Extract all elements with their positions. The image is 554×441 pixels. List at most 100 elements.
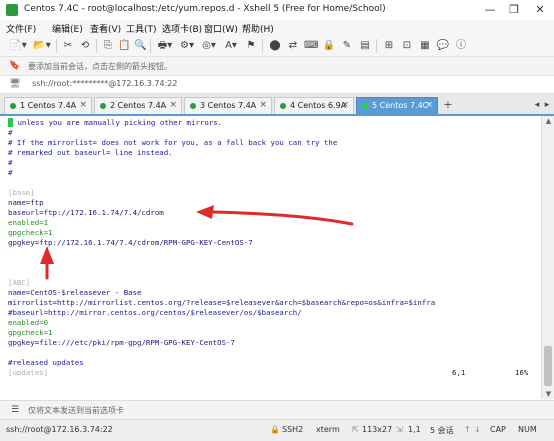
menu-view[interactable]: 查看(V) <box>90 22 121 35</box>
properties-icon[interactable]: ⚙▾ <box>178 39 196 53</box>
tab-label: 2 Centos 7.4A <box>110 101 167 110</box>
send-menu-icon[interactable]: ☰ <box>8 403 22 417</box>
xftp-icon[interactable]: ⬤ <box>268 39 282 53</box>
tab-session-1[interactable]: 1 Centos 7.4A × <box>4 97 92 114</box>
terminal-line: # <box>8 168 13 177</box>
reconnect-icon[interactable]: ⟲ <box>78 39 92 53</box>
title-bar: Centos 7.4C - root@localhost:/etc/yum.re… <box>0 0 554 21</box>
keymap-icon[interactable]: ⌨ <box>304 39 318 53</box>
terminal-line: # <box>8 158 13 167</box>
tab-session-3[interactable]: 3 Centos 7.4A × <box>184 97 272 114</box>
tab-session-5-active[interactable]: 5 Centos 7.4C × <box>356 97 438 114</box>
close-button[interactable]: ✕ <box>528 0 552 20</box>
help-icon[interactable]: ⚑ <box>244 39 258 53</box>
tab-session-2[interactable]: 2 Centos 7.4A × <box>94 97 182 114</box>
status-sessions: 5 会话 <box>430 426 454 435</box>
hint-bar: 🔖 要添加当前会话，点击左侧的箭头按钮。 <box>0 57 554 76</box>
menu-edit[interactable]: 编辑(E) <box>52 22 83 35</box>
terminal-line: [updates] <box>8 368 49 377</box>
tab-close-icon[interactable]: × <box>169 100 177 110</box>
minimize-button[interactable]: — <box>478 0 502 20</box>
menu-tools[interactable]: 工具(T) <box>126 22 157 35</box>
menu-help[interactable]: 帮助(H) <box>242 22 274 35</box>
print-icon[interactable]: 🖶▾ <box>156 39 174 53</box>
new-session-icon[interactable]: 📄▾ <box>8 39 28 53</box>
disconnect-icon[interactable]: ✂ <box>62 39 74 53</box>
globe-icon[interactable]: ◎▾ <box>200 39 218 53</box>
terminal-scrollbar[interactable]: ▲ ▼ <box>541 116 554 399</box>
status-cursor: 1,1 <box>408 425 421 434</box>
info-icon[interactable]: ⓘ <box>454 39 468 53</box>
tab-label: 5 Centos 7.4C <box>372 101 429 110</box>
tab-scroll-right-icon[interactable]: ▸ <box>542 98 552 113</box>
status-num: NUM <box>518 425 537 434</box>
status-dot-icon <box>280 103 286 109</box>
terminal-line-text: unless you are manually picking other mi… <box>13 118 223 127</box>
hint-text: 要添加当前会话，点击左侧的箭头按钮。 <box>28 62 172 71</box>
lock-icon[interactable]: 🔒 <box>322 39 336 53</box>
terminal-line: #released updates <box>8 358 84 367</box>
send-text-bar: ☰ 仅将文本发送到当前选项卡 <box>0 400 554 419</box>
tab-close-icon[interactable]: × <box>79 100 87 110</box>
compose-icon[interactable]: ▤ <box>358 39 372 53</box>
open-folder-icon[interactable]: 📂▾ <box>32 39 52 53</box>
status-terminal-type: xterm <box>316 425 340 434</box>
scroll-up-icon[interactable]: ▲ <box>542 116 554 126</box>
tile-icon[interactable]: ▦ <box>418 39 432 53</box>
copy-icon[interactable]: ⎘ <box>102 39 114 53</box>
script-icon[interactable]: ✎ <box>340 39 354 53</box>
comment-icon[interactable]: 💬 <box>436 39 450 53</box>
terminal-area[interactable]: unless you are manually picking other mi… <box>0 116 541 399</box>
address-text[interactable]: ssh://root:*********@172.16.3.74:22 <box>32 79 177 88</box>
xshell-app-icon <box>6 4 18 16</box>
scroll-down-icon[interactable]: ▼ <box>542 389 554 399</box>
terminal-line: #baseurl=http://mirror.centos.org/centos… <box>8 308 302 317</box>
terminal-line: baseurl=ftp://172.16.1.74/7.4/cdrom <box>8 208 164 217</box>
terminal-line: enabled=0 <box>8 318 49 327</box>
menu-bar: 文件(F) 编辑(E) 查看(V) 工具(T) 选项卡(B) 窗口(W) 帮助(… <box>0 20 554 36</box>
tab-close-icon[interactable]: × <box>425 100 433 110</box>
terminal-line: # If the mirrorlist= does not work for y… <box>8 138 338 147</box>
terminal-line: mirrorlist=http://mirrorlist.centos.org/… <box>8 298 436 307</box>
find-icon[interactable]: 🔍 <box>134 39 146 53</box>
fullscreen-icon[interactable]: ⊡ <box>400 39 414 53</box>
scrollbar-thumb[interactable] <box>544 346 552 386</box>
terminal-line: [base] <box>8 188 35 197</box>
maximize-button[interactable]: ❐ <box>502 0 526 20</box>
tab-label: 3 Centos 7.4A <box>200 101 257 110</box>
window-title: Centos 7.4C - root@localhost:/etc/yum.re… <box>24 4 386 14</box>
terminal-line: # remarked out baseurl= line instead. <box>8 148 173 157</box>
session-tab-bar: 1 Centos 7.4A × 2 Centos 7.4A × 3 Centos… <box>0 94 554 116</box>
toolbar-divider <box>376 39 377 53</box>
status-connection: ssh://root@172.16.3.74:22 <box>6 425 113 434</box>
add-session-arrow-icon[interactable]: 🔖 <box>8 59 22 73</box>
send-text-placeholder[interactable]: 仅将文本发送到当前选项卡 <box>28 405 124 416</box>
status-cap: CAP <box>490 425 506 434</box>
status-dot-icon <box>362 103 368 109</box>
toolbar-divider <box>150 39 151 53</box>
tab-scroll-left-icon[interactable]: ◂ <box>532 98 542 113</box>
menu-window[interactable]: 窗口(W) <box>204 22 238 35</box>
transfer-icon[interactable]: ⇄ <box>286 39 300 53</box>
download-icon: ↓ <box>474 425 481 434</box>
menu-file[interactable]: 文件(F) <box>6 22 36 35</box>
tab-session-4[interactable]: 4 Centos 6.9A × <box>274 97 354 114</box>
tab-close-icon[interactable]: × <box>259 100 267 110</box>
new-tab-button[interactable]: + <box>440 98 456 113</box>
terminal-line: gpgkey=ftp://172.16.1.74/7.4/cdrom/RPM-G… <box>8 238 253 247</box>
status-dot-icon <box>100 103 106 109</box>
address-bar: 🖥 ssh://root:*********@172.16.3.74:22 <box>0 76 554 94</box>
terminal-line: enabled=1 <box>8 218 49 227</box>
terminal-line: gpgkey=file:///etc/pki/rpm-gpg/RPM-GPG-K… <box>8 338 235 347</box>
tab-close-icon[interactable]: × <box>341 100 349 110</box>
menu-tabs[interactable]: 选项卡(B) <box>162 22 202 35</box>
size-icon: ⇱ <box>352 425 359 434</box>
paste-icon[interactable]: 📋 <box>118 39 130 53</box>
status-size: 113x27 <box>362 425 393 434</box>
editor-percent: 16% <box>515 368 529 377</box>
status-protocol: SSH2 <box>282 425 304 434</box>
terminal-line: gpgcheck=1 <box>8 328 53 337</box>
font-icon[interactable]: A▾ <box>222 39 240 53</box>
terminal-line: # <box>8 128 13 137</box>
layout-icon[interactable]: ⊞ <box>382 39 396 53</box>
